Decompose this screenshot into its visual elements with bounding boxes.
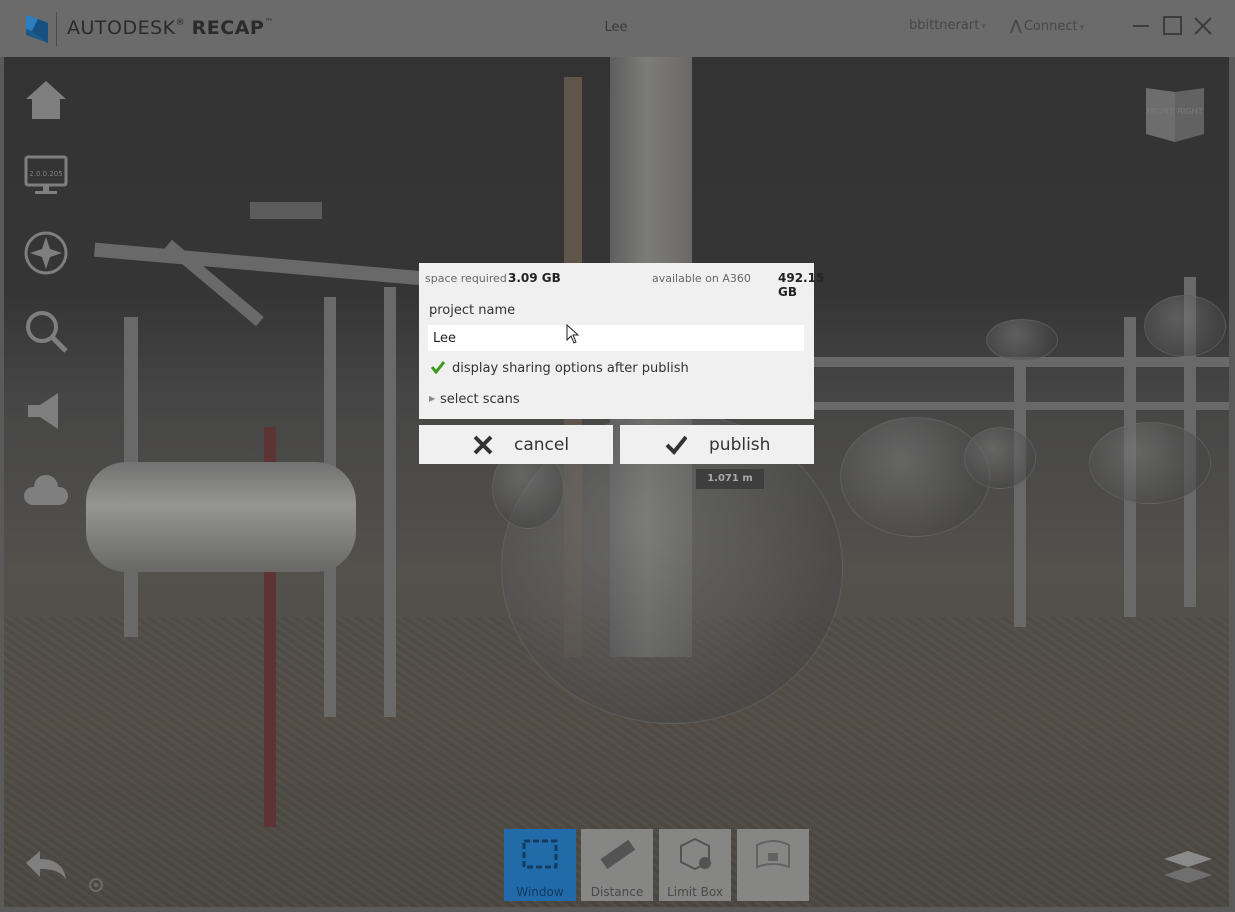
- camera-view-icon: [756, 840, 790, 869]
- brand-main: AUTODESK: [67, 17, 176, 39]
- undo-arrow-icon[interactable]: [22, 841, 70, 889]
- layers-icon[interactable]: [1162, 847, 1214, 887]
- select-scans-toggle[interactable]: select scans: [440, 392, 520, 407]
- ruler-icon: [600, 839, 636, 870]
- monitor-icon[interactable]: 2.0.0.205: [22, 153, 70, 201]
- user-name: bbittnerart: [909, 18, 980, 33]
- window-title: Lee: [604, 20, 628, 35]
- point-cloud-viewport[interactable]: 1.071 m 2.0.0.205 FRONT RIGHT Window Dis…: [4, 57, 1229, 907]
- mouse-cursor-icon: [566, 324, 580, 344]
- brand-registered-mark: ®: [175, 17, 186, 28]
- chevron-down-icon: ▾: [1079, 23, 1085, 33]
- maximize-icon[interactable]: [1161, 14, 1185, 38]
- compass-icon[interactable]: [22, 229, 70, 277]
- chevron-down-icon: ▾: [981, 22, 986, 32]
- limit-box-label: Limit Box: [667, 885, 723, 899]
- title-bar: AUTODESK® RECAP™ Lee bbittnerart ▾ ⋀ Conne…: [0, 0, 1235, 57]
- distance-button[interactable]: Distance: [581, 829, 653, 901]
- settings-small-icon[interactable]: [88, 877, 104, 893]
- camera-view-button[interactable]: [737, 829, 809, 901]
- home-icon[interactable]: [22, 77, 70, 125]
- expand-triangle-icon[interactable]: ▶: [429, 394, 435, 403]
- window-select-button[interactable]: Window: [504, 829, 576, 901]
- publish-button[interactable]: publish: [620, 425, 814, 464]
- cancel-label: cancel: [514, 435, 570, 455]
- brand-product: RECAP: [191, 17, 265, 39]
- publish-dialog: space required 3.09 GB available on A360…: [419, 263, 824, 419]
- distance-label: Distance: [590, 885, 644, 899]
- window-label: Window: [516, 885, 564, 899]
- limit-box-button[interactable]: Limit Box: [659, 829, 731, 901]
- hud-placeholder: [250, 202, 322, 219]
- cloud-icon[interactable]: [22, 469, 70, 517]
- recap-logo-icon: [26, 15, 48, 43]
- app-brand: AUTODESK® RECAP™: [67, 17, 274, 39]
- viewcube-right: RIGHT: [1177, 107, 1202, 116]
- space-required-label: space required: [425, 272, 507, 285]
- sharing-options-label[interactable]: display sharing options after publish: [452, 361, 689, 376]
- available-label: available on A360: [652, 272, 751, 285]
- user-menu[interactable]: bbittnerart ▾: [909, 18, 986, 33]
- space-required-value: 3.09 GB: [508, 271, 561, 285]
- title-separator: [56, 12, 57, 46]
- modal-dim-overlay: [4, 57, 1229, 907]
- close-icon[interactable]: [1191, 14, 1215, 38]
- measurement-label: 1.071 m: [696, 469, 764, 489]
- sharing-options-checkbox[interactable]: [431, 360, 445, 374]
- connect-label: Connect: [1023, 19, 1078, 34]
- autodesk-a-icon: ⋀: [1010, 18, 1022, 34]
- viewcube-icon[interactable]: FRONT RIGHT: [1142, 84, 1208, 144]
- close-x-icon: [473, 435, 493, 455]
- available-value: 492.15 GB: [778, 271, 825, 299]
- minimize-icon[interactable]: [1130, 14, 1154, 38]
- viewcube-front: FRONT: [1146, 107, 1173, 116]
- zoom-icon[interactable]: [22, 307, 70, 355]
- checkmark-icon: [665, 435, 687, 455]
- window-select-icon: [522, 839, 558, 869]
- cancel-button[interactable]: cancel: [419, 425, 613, 464]
- brand-trademark: ™: [264, 17, 274, 28]
- monitor-version-text: 2.0.0.205: [29, 170, 62, 178]
- connect-menu[interactable]: ⋀ Connect ▾: [1010, 18, 1084, 34]
- publish-label: publish: [709, 435, 771, 455]
- project-name-input[interactable]: [428, 325, 804, 351]
- limit-box-icon: [680, 837, 711, 871]
- project-name-label: project name: [429, 303, 516, 318]
- megaphone-icon[interactable]: [22, 387, 70, 435]
